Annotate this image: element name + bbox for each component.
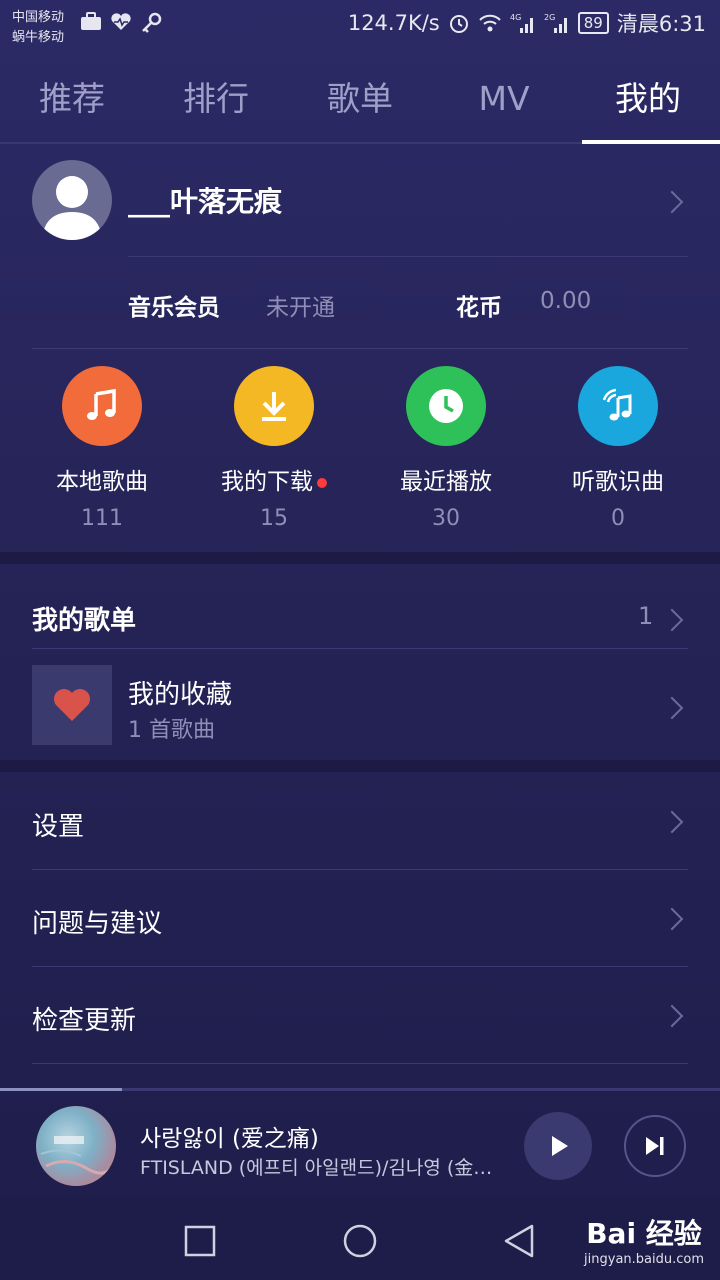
- skip-next-icon: [646, 1137, 664, 1155]
- shortcut-count: 0: [611, 506, 625, 531]
- signal-2g-icon: 2G: [544, 13, 567, 33]
- watermark-url: jingyan.baidu.com: [584, 1252, 704, 1267]
- wifi-icon: [479, 14, 501, 32]
- menu-settings[interactable]: [0, 776, 720, 868]
- carrier-1: 中国移动: [12, 10, 65, 25]
- divider: [32, 1063, 688, 1064]
- tab-ranking[interactable]: 排行: [144, 56, 288, 142]
- menu-feedback-label: 问题与建议: [32, 909, 163, 939]
- shortcut-label: 最近播放: [400, 469, 492, 495]
- shortcut-count: 30: [432, 506, 460, 531]
- profile-chevron-icon[interactable]: [660, 190, 684, 214]
- play-button[interactable]: [524, 1112, 592, 1180]
- vip-label: 音乐会员: [128, 295, 220, 321]
- active-tab-indicator: [582, 140, 720, 144]
- playlist-cover: [32, 665, 112, 745]
- my-playlists-title: 我的歌单: [32, 606, 137, 636]
- alarm-icon: [449, 15, 468, 33]
- baidu-watermark: Bai 经验 jingyan.baidu.com: [584, 1212, 704, 1267]
- shortcut-label: 听歌识曲: [572, 469, 664, 495]
- status-icons-right: 124.7K/s 4G 2G 89 清晨6:31: [348, 8, 706, 38]
- section-separator: [0, 552, 720, 564]
- back-triangle-icon: [504, 1224, 534, 1258]
- new-badge-dot: [317, 477, 327, 488]
- shortcut-recognize[interactable]: 听歌识曲 0: [532, 366, 704, 531]
- menu-check-update-label: 检查更新: [32, 1006, 137, 1036]
- signal-4g-icon: 4G: [510, 13, 533, 33]
- username[interactable]: ___叶落无痕: [128, 180, 282, 220]
- shortcut-local-songs[interactable]: 本地歌曲 111: [16, 366, 188, 531]
- coin-label: 花币: [456, 295, 502, 321]
- tab-mv[interactable]: MV: [432, 56, 576, 142]
- playlists-count[interactable]: 1: [638, 602, 653, 630]
- status-bar: 中国移动 蜗牛移动 124.7K/s 4G 2G 89 清晨6:31: [0, 0, 720, 50]
- avatar[interactable]: [32, 160, 112, 240]
- download-icon: [234, 366, 314, 446]
- status-icons-left: [80, 12, 162, 34]
- playlist-song-count: 1 首歌曲: [128, 718, 215, 743]
- battery-icon: 89: [577, 12, 609, 34]
- tab-recommend[interactable]: 推荐: [0, 56, 144, 142]
- divider: [128, 256, 688, 257]
- playlists-chevron-icon[interactable]: [660, 608, 684, 632]
- album-cover[interactable]: [36, 1106, 116, 1186]
- network-speed: 124.7K/s: [347, 11, 440, 35]
- tab-mine[interactable]: 我的: [576, 56, 720, 142]
- shortcut-label-text: 我的下载: [221, 469, 313, 495]
- watermark-logo-text: Bai 经验: [586, 1217, 702, 1250]
- briefcase-icon: [81, 12, 101, 30]
- carrier-2: 蜗牛移动: [12, 30, 65, 45]
- top-tabs: 推荐 排行 歌单 MV 我的: [0, 56, 720, 144]
- home-circle-icon: [343, 1224, 377, 1258]
- shortcut-downloads[interactable]: 我的下载 15: [188, 366, 360, 531]
- next-track-button[interactable]: [624, 1115, 686, 1177]
- divider: [32, 648, 688, 649]
- song-title: 사랑앓이 (爱之痛): [140, 1126, 319, 1152]
- shortcut-label: 我的下载: [188, 462, 360, 495]
- clock-icon: [406, 366, 486, 446]
- menu-settings-label: 设置: [32, 812, 85, 842]
- clock: 清晨6:31: [616, 12, 706, 36]
- health-heart-icon: [111, 13, 131, 31]
- svg-text:4G: 4G: [510, 13, 521, 22]
- playlist-title: 我的收藏: [128, 680, 233, 710]
- play-icon: [552, 1136, 568, 1156]
- battery-level: 89: [583, 14, 603, 32]
- shortcut-label: 本地歌曲: [56, 469, 148, 495]
- heart-icon: [54, 689, 90, 721]
- default-user-icon: [42, 176, 102, 240]
- vip-status[interactable]: 未开通: [266, 288, 335, 322]
- shortcut-count: 15: [260, 506, 288, 531]
- song-artist: FTISLAND (에프티 아일랜드)/김나영 (金…: [140, 1157, 493, 1179]
- tab-playlists[interactable]: 歌单: [288, 56, 432, 142]
- key-icon: [142, 12, 162, 33]
- shortcut-count: 111: [81, 506, 123, 531]
- music-note-icon: [62, 366, 142, 446]
- coin-balance[interactable]: 0.00: [540, 288, 591, 314]
- divider: [32, 348, 688, 349]
- shortcut-recent[interactable]: 最近播放 30: [360, 366, 532, 531]
- recents-square-icon: [184, 1225, 216, 1257]
- section-separator: [0, 760, 720, 772]
- recognize-music-icon: [578, 366, 658, 446]
- svg-text:2G: 2G: [544, 13, 555, 22]
